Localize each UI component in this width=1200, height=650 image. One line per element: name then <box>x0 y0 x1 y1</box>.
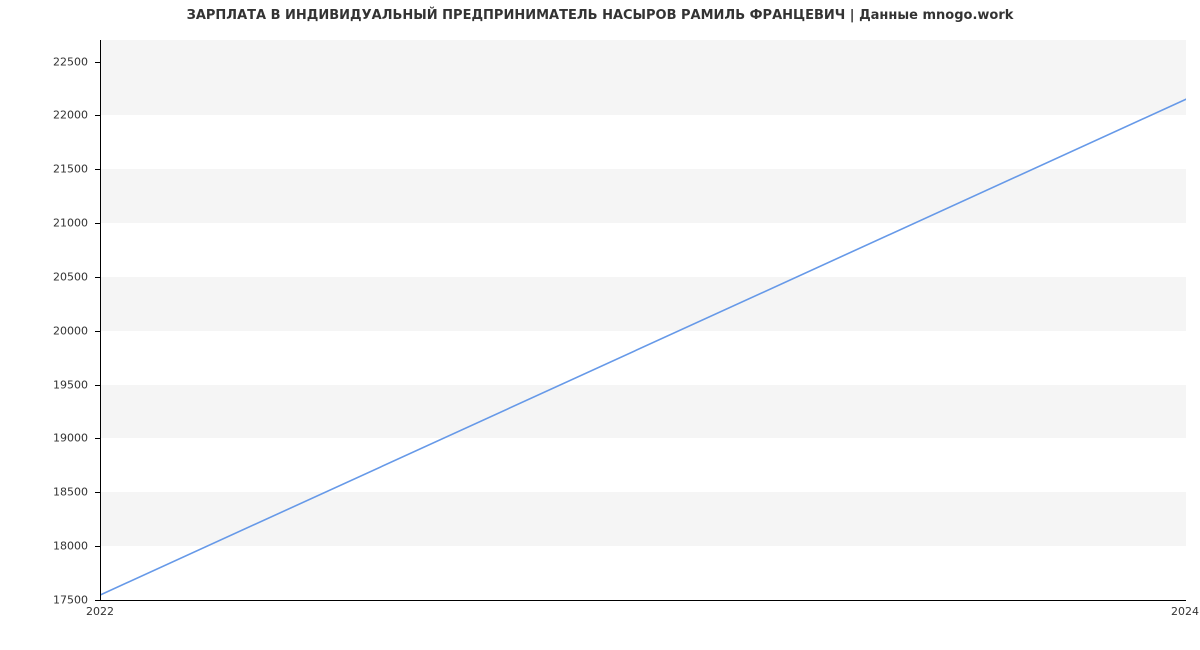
y-tick-label: 18000 <box>0 540 94 553</box>
chart-container: ЗАРПЛАТА В ИНДИВИДУАЛЬНЫЙ ПРЕДПРИНИМАТЕЛ… <box>0 0 1200 650</box>
chart-title: ЗАРПЛАТА В ИНДИВИДУАЛЬНЫЙ ПРЕДПРИНИМАТЕЛ… <box>0 8 1200 23</box>
y-tick-label: 21500 <box>0 163 94 176</box>
y-tick-label: 20500 <box>0 270 94 283</box>
y-tick-label: 19500 <box>0 378 94 391</box>
y-tick-label: 21000 <box>0 217 94 230</box>
y-tick-label: 17500 <box>0 594 94 607</box>
y-tick-label: 22000 <box>0 109 94 122</box>
y-tick-label: 18500 <box>0 486 94 499</box>
y-tick-label: 22500 <box>0 55 94 68</box>
y-tick-label: 19000 <box>0 432 94 445</box>
data-line <box>101 40 1186 600</box>
plot-area <box>100 40 1186 601</box>
x-tick-label: 2022 <box>86 605 114 618</box>
y-tick-label: 20000 <box>0 324 94 337</box>
x-tick-label: 2024 <box>1171 605 1199 618</box>
